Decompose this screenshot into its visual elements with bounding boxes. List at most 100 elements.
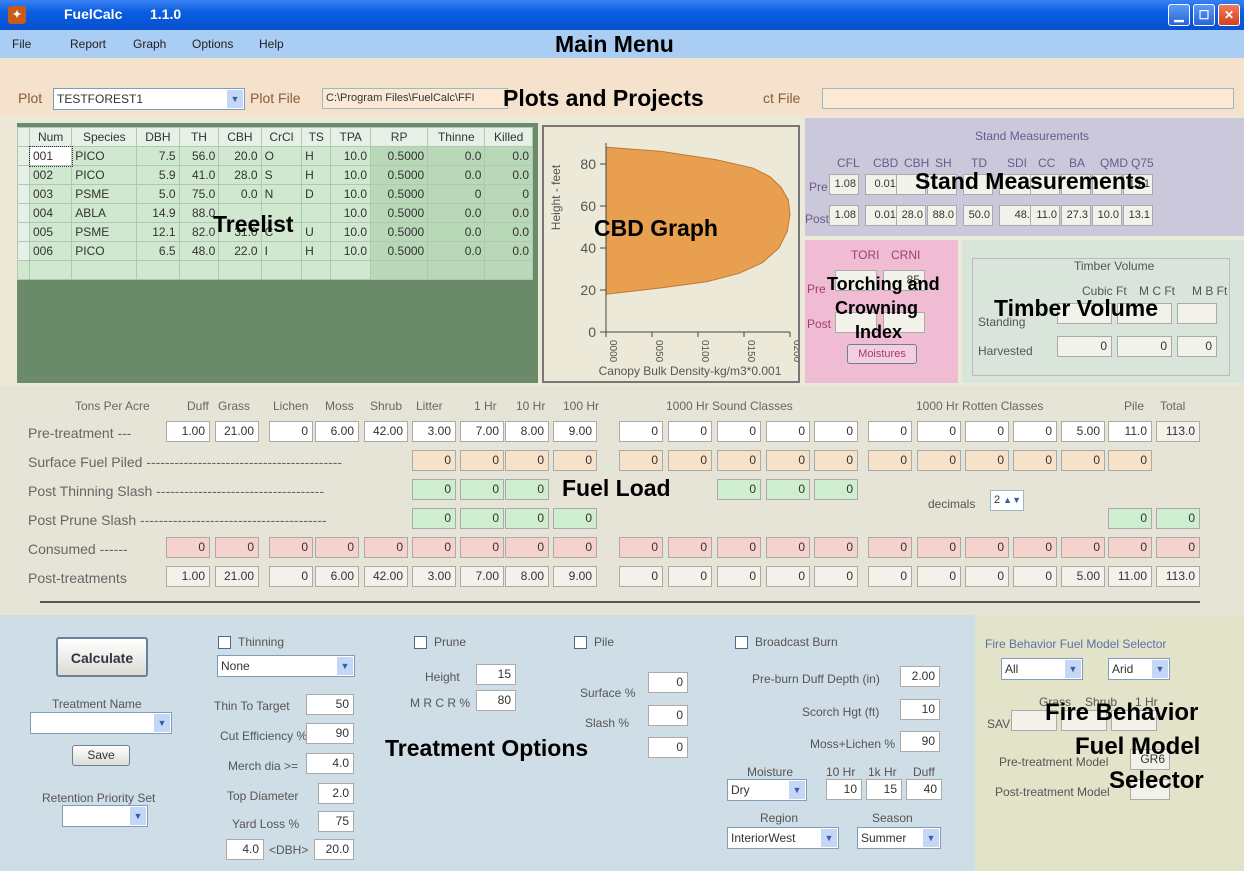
moisture-select[interactable]: Dry ▼ bbox=[727, 779, 807, 801]
menu-report[interactable]: Report bbox=[70, 37, 106, 51]
table-cell[interactable]: 6.5 bbox=[136, 241, 180, 261]
treelist-col-header[interactable]: CrCl bbox=[260, 127, 303, 147]
thin-to-target-field[interactable]: 50 bbox=[306, 694, 354, 715]
table-cell[interactable] bbox=[218, 260, 262, 280]
slash-pct-field[interactable]: 0 bbox=[648, 705, 688, 726]
moss-lichen-field[interactable]: 90 bbox=[900, 731, 940, 752]
dbh-high-field[interactable]: 20.0 bbox=[314, 839, 354, 860]
table-cell[interactable]: ABLA bbox=[71, 203, 138, 223]
treelist-col-header[interactable]: TPA bbox=[330, 127, 372, 147]
fuel-cell[interactable]: 42.00 bbox=[364, 421, 408, 442]
table-cell[interactable]: 12.1 bbox=[136, 222, 180, 242]
calculate-button[interactable]: Calculate bbox=[56, 637, 148, 677]
treelist-col-header[interactable]: RP bbox=[370, 127, 429, 147]
thinning-checkbox[interactable] bbox=[218, 636, 231, 649]
save-button[interactable]: Save bbox=[72, 745, 130, 766]
table-cell[interactable]: 001 bbox=[28, 145, 73, 167]
table-cell[interactable]: 7.5 bbox=[136, 146, 180, 166]
table-cell[interactable]: 10.0 bbox=[330, 241, 372, 261]
fbfm-group-select[interactable]: All ▼ bbox=[1001, 658, 1083, 680]
treelist-col-header[interactable]: TH bbox=[178, 127, 220, 147]
fuel-cell[interactable]: 0 bbox=[269, 421, 313, 442]
table-cell[interactable]: O bbox=[260, 146, 303, 166]
table-cell[interactable]: 5.0 bbox=[136, 184, 180, 204]
table-row[interactable]: 001 PICO 7.5 56.0 20.0 O H 10.0 0.5000 0.0 0.0 bbox=[17, 145, 533, 167]
table-cell[interactable] bbox=[301, 260, 332, 280]
fuel-cell[interactable]: 6.00 bbox=[315, 421, 359, 442]
table-cell[interactable]: 48.0 bbox=[178, 241, 220, 261]
fuel-cell[interactable]: 0 bbox=[814, 421, 858, 442]
table-cell[interactable] bbox=[330, 260, 372, 280]
fuel-cell[interactable]: 8.00 bbox=[505, 421, 549, 442]
preburn-field[interactable]: 2.00 bbox=[900, 666, 940, 687]
fuel-cell[interactable]: 3.00 bbox=[412, 421, 456, 442]
table-cell[interactable] bbox=[301, 203, 332, 223]
treelist-col-header[interactable]: Num bbox=[28, 127, 73, 147]
fuel-cell[interactable]: 0 bbox=[668, 421, 712, 442]
fbfm-climate-select[interactable]: Arid ▼ bbox=[1108, 658, 1170, 680]
table-cell[interactable]: 0.0 bbox=[484, 165, 533, 185]
minimize-button[interactable]: ▁ bbox=[1168, 4, 1190, 26]
table-cell[interactable]: 10.0 bbox=[330, 203, 372, 223]
fuel-cell[interactable]: 21.00 bbox=[215, 421, 259, 442]
table-cell[interactable]: U bbox=[301, 222, 332, 242]
pile-third-field[interactable]: 0 bbox=[648, 737, 688, 758]
table-cell[interactable]: 0.0 bbox=[427, 241, 486, 261]
m10-field[interactable]: 10 bbox=[826, 779, 862, 800]
table-row[interactable]: 006 PICO 6.5 48.0 22.0 I H 10.0 0.5000 0.0 0.0 bbox=[17, 241, 533, 261]
treelist-col-header[interactable]: Species bbox=[71, 127, 138, 147]
retention-select[interactable]: ▼ bbox=[62, 805, 148, 827]
plot-file-field[interactable]: C:\Program Files\FuelCalc\FFI bbox=[322, 88, 508, 109]
m1k-field[interactable]: 15 bbox=[866, 779, 902, 800]
menu-help[interactable]: Help bbox=[259, 37, 284, 51]
table-cell[interactable]: 0.0 bbox=[484, 146, 533, 166]
moistures-button[interactable]: Moistures bbox=[847, 344, 917, 364]
table-cell[interactable]: PICO bbox=[71, 165, 138, 185]
table-cell[interactable] bbox=[427, 260, 486, 280]
height-field[interactable]: 15 bbox=[476, 664, 516, 685]
table-cell[interactable] bbox=[71, 260, 138, 280]
table-cell[interactable] bbox=[17, 260, 30, 280]
table-cell[interactable]: 10.0 bbox=[330, 146, 372, 166]
fuel-cell[interactable]: 0 bbox=[868, 421, 912, 442]
treelist-col-header[interactable]: CBH bbox=[218, 127, 262, 147]
fuel-cell[interactable]: 0 bbox=[917, 421, 961, 442]
table-cell[interactable]: 0.0 bbox=[427, 165, 486, 185]
table-cell[interactable] bbox=[136, 260, 180, 280]
table-cell[interactable]: 20.0 bbox=[218, 146, 262, 166]
season-select[interactable]: Summer ▼ bbox=[857, 827, 941, 849]
thin-method-select[interactable]: None ▼ bbox=[217, 655, 355, 677]
fuel-cell[interactable]: 7.00 bbox=[460, 421, 504, 442]
fuel-cell[interactable]: 0 bbox=[717, 421, 761, 442]
close-button[interactable]: ✕ bbox=[1218, 4, 1240, 26]
treelist-col-header[interactable]: Thinne bbox=[427, 127, 486, 147]
table-cell[interactable]: 5.9 bbox=[136, 165, 180, 185]
menu-file[interactable]: File bbox=[12, 37, 31, 51]
top-dia-field[interactable]: 2.0 bbox=[318, 783, 354, 804]
table-cell[interactable]: 006 bbox=[28, 241, 73, 261]
row-header[interactable] bbox=[17, 165, 30, 185]
table-cell[interactable]: 0.0 bbox=[218, 184, 262, 204]
table-cell[interactable]: 005 bbox=[28, 222, 73, 242]
row-header[interactable] bbox=[17, 241, 30, 261]
fuel-cell[interactable]: 11.0 bbox=[1108, 421, 1152, 442]
table-cell[interactable]: 002 bbox=[28, 165, 73, 185]
table-cell[interactable] bbox=[484, 260, 533, 280]
treelist-col-header[interactable]: DBH bbox=[136, 127, 180, 147]
merch-field[interactable]: 4.0 bbox=[306, 753, 354, 774]
table-cell[interactable]: 0.5000 bbox=[370, 203, 429, 223]
table-cell[interactable]: 75.0 bbox=[178, 184, 220, 204]
table-cell[interactable]: 0.5000 bbox=[370, 184, 429, 204]
table-cell[interactable]: 0.5000 bbox=[370, 146, 429, 166]
fuel-cell[interactable]: 0 bbox=[766, 421, 810, 442]
table-cell[interactable]: D bbox=[301, 184, 332, 204]
table-row-new[interactable] bbox=[17, 260, 533, 280]
scorch-field[interactable]: 10 bbox=[900, 699, 940, 720]
mrcr-field[interactable]: 80 bbox=[476, 690, 516, 711]
row-header[interactable] bbox=[17, 184, 30, 204]
table-cell[interactable] bbox=[178, 260, 220, 280]
menu-options[interactable]: Options bbox=[192, 37, 233, 51]
table-cell[interactable]: 0.0 bbox=[484, 241, 533, 261]
table-cell[interactable]: 0.0 bbox=[427, 203, 486, 223]
table-cell[interactable]: 14.9 bbox=[136, 203, 180, 223]
